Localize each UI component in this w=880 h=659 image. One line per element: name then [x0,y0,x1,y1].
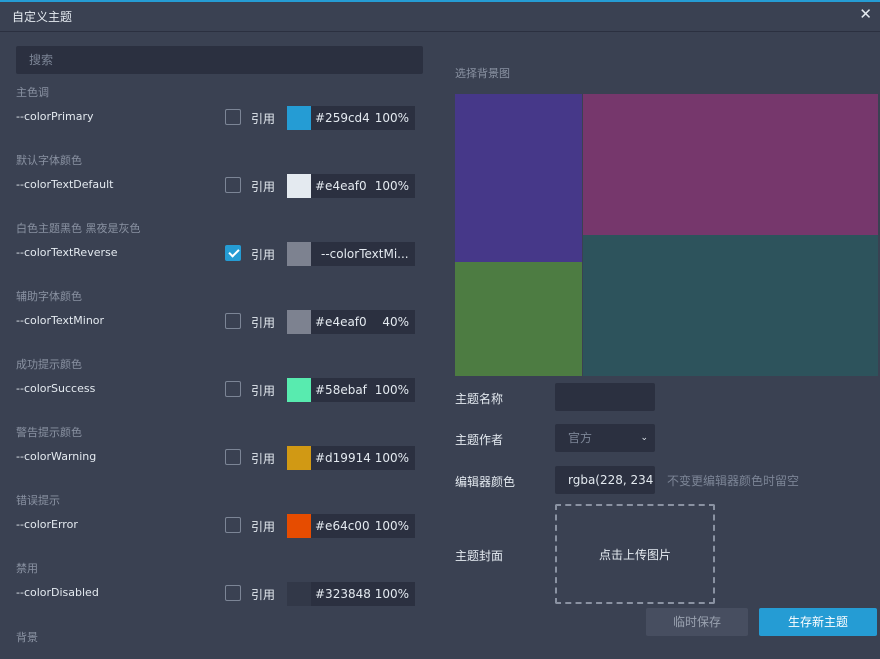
reference-checkbox[interactable] [225,177,241,193]
reference-checkbox[interactable] [225,381,241,397]
reference-select[interactable]: --colorTextMi... [311,242,415,266]
color-value-field[interactable]: #58ebaf 100% [311,378,415,402]
variable-name: --colorTextMinor [16,314,105,327]
cover-upload-area[interactable]: 点击上传图片 [555,504,715,604]
alpha-value: 100% [374,383,409,397]
hex-value: #e4eaf0 [315,315,367,329]
variable-group: 禁用 --colorDisabled 引用 #323848 100% [16,560,416,628]
close-icon[interactable]: ✕ [859,5,872,23]
theme-name-input[interactable] [555,383,655,411]
reference-label: 引用 [251,248,276,262]
color-value-field[interactable]: #259cd4 100% [311,106,415,130]
reference-checkbox[interactable] [225,245,241,261]
variable-group: 警告提示颜色 --colorWarning 引用 #d19914 100% [16,424,416,492]
theme-settings-panel: 选择背景图 主题名称 主题作者 官方 ⌄ 编辑器颜色 rgba(228, 234… [440,32,880,659]
hex-value: #e64c00 [315,519,370,533]
variable-group: 错误提示 --colorError 引用 #e64c00 100% [16,492,416,560]
background-image-preview[interactable] [455,94,878,376]
color-value-field[interactable]: #e4eaf0 100% [311,174,415,198]
alpha-value: 100% [374,179,409,193]
hex-value: #323848 [315,587,371,601]
variable-group-title: 默认字体颜色 [16,154,82,167]
variable-name: --colorSuccess [16,382,96,395]
variable-group: 主色调 --colorPrimary 引用 #259cd4 100% [16,84,416,152]
reference-label: 引用 [251,588,276,602]
reference-value: --colorTextMi... [321,247,409,261]
editor-color-input[interactable]: rgba(228, 234 [555,466,655,494]
reference-checkbox[interactable] [225,585,241,601]
preview-block-bottom-left[interactable] [455,262,582,376]
theme-cover-label: 主题封面 [455,549,504,563]
reference-checkbox[interactable] [225,517,241,533]
color-swatch[interactable] [287,310,311,334]
color-swatch[interactable] [287,174,311,198]
variable-group-title: 错误提示 [16,494,60,507]
hex-value: #259cd4 [315,111,370,125]
hex-value: #d19914 [315,451,371,465]
temp-save-button[interactable]: 临时保存 [646,608,748,636]
variable-group-title: 成功提示颜色 [16,358,82,371]
dialog-title: 自定义主题 [12,10,73,24]
color-swatch[interactable] [287,582,311,606]
color-swatch[interactable] [287,242,311,266]
color-value-field[interactable]: #e64c00 100% [311,514,415,538]
alpha-value: 100% [374,451,409,465]
theme-author-select[interactable]: 官方 ⌄ [555,424,655,452]
hex-value: #e4eaf0 [315,179,367,193]
color-swatch[interactable] [287,378,311,402]
alpha-value: 100% [374,587,409,601]
alpha-value: 40% [382,315,409,329]
theme-author-value: 官方 [568,431,593,445]
variable-group-title: 禁用 [16,562,38,575]
variable-name: --colorPrimary [16,110,94,123]
theme-name-label: 主题名称 [455,392,504,406]
theme-author-label: 主题作者 [455,433,504,447]
alpha-value: 100% [374,519,409,533]
reference-label: 引用 [251,180,276,194]
variable-group: 辅助字体颜色 --colorTextMinor 引用 #e4eaf0 40% [16,288,416,356]
section-title-background: 背景 [16,631,38,644]
dialog-titlebar: 自定义主题 ✕ [0,2,880,32]
variable-name: --colorDisabled [16,586,99,599]
variable-group-title: 警告提示颜色 [16,426,82,439]
chevron-down-icon: ⌄ [640,433,648,443]
preview-block-top-left[interactable] [455,94,582,262]
color-swatch[interactable] [287,446,311,470]
reference-checkbox[interactable] [225,313,241,329]
variables-panel: 主色调 --colorPrimary 引用 #259cd4 100% 默认字体颜色 --co… [0,32,440,659]
editor-color-hint: 不变更编辑器颜色时留空 [667,474,800,488]
color-value-field[interactable]: #e4eaf0 40% [311,310,415,334]
hex-value: #58ebaf [315,383,367,397]
reference-checkbox[interactable] [225,109,241,125]
variable-name: --colorTextDefault [16,178,114,191]
reference-label: 引用 [251,452,276,466]
reference-label: 引用 [251,520,276,534]
variable-group-title: 辅助字体颜色 [16,290,82,303]
upload-text: 点击上传图片 [598,548,671,562]
variable-group-title: 主色调 [16,86,49,99]
variable-group: 白色主题黑色 黑夜是灰色 --colorTextReverse 引用 --colorT… [16,220,416,288]
editor-color-label: 编辑器颜色 [455,475,516,489]
background-image-label: 选择背景图 [455,67,510,80]
variable-group-title: 白色主题黑色 黑夜是灰色 [16,222,141,235]
color-value-field[interactable]: #d19914 100% [311,446,415,470]
variable-name: --colorWarning [16,450,97,463]
variable-name: --colorError [16,518,78,531]
preview-block-bottom-right[interactable] [583,235,878,376]
reference-label: 引用 [251,316,276,330]
variable-name: --colorTextReverse [16,246,118,259]
search-input[interactable] [16,46,423,74]
reference-checkbox[interactable] [225,449,241,465]
color-swatch[interactable] [287,106,311,130]
create-new-theme-button[interactable]: 生存新主题 [759,608,877,636]
variable-group: 成功提示颜色 --colorSuccess 引用 #58ebaf 100% [16,356,416,424]
preview-block-top-right[interactable] [583,94,878,235]
reference-label: 引用 [251,384,276,398]
custom-theme-dialog: 自定义主题 ✕ 主色调--colorPrimary引用#259cd4100%默认… [0,0,880,659]
alpha-value: 100% [374,111,409,125]
color-value-field[interactable]: #323848 100% [311,582,415,606]
variable-group: 默认字体颜色 --colorTextDefault 引用 #e4eaf0 100% [16,152,416,220]
color-swatch[interactable] [287,514,311,538]
reference-label: 引用 [251,112,276,126]
